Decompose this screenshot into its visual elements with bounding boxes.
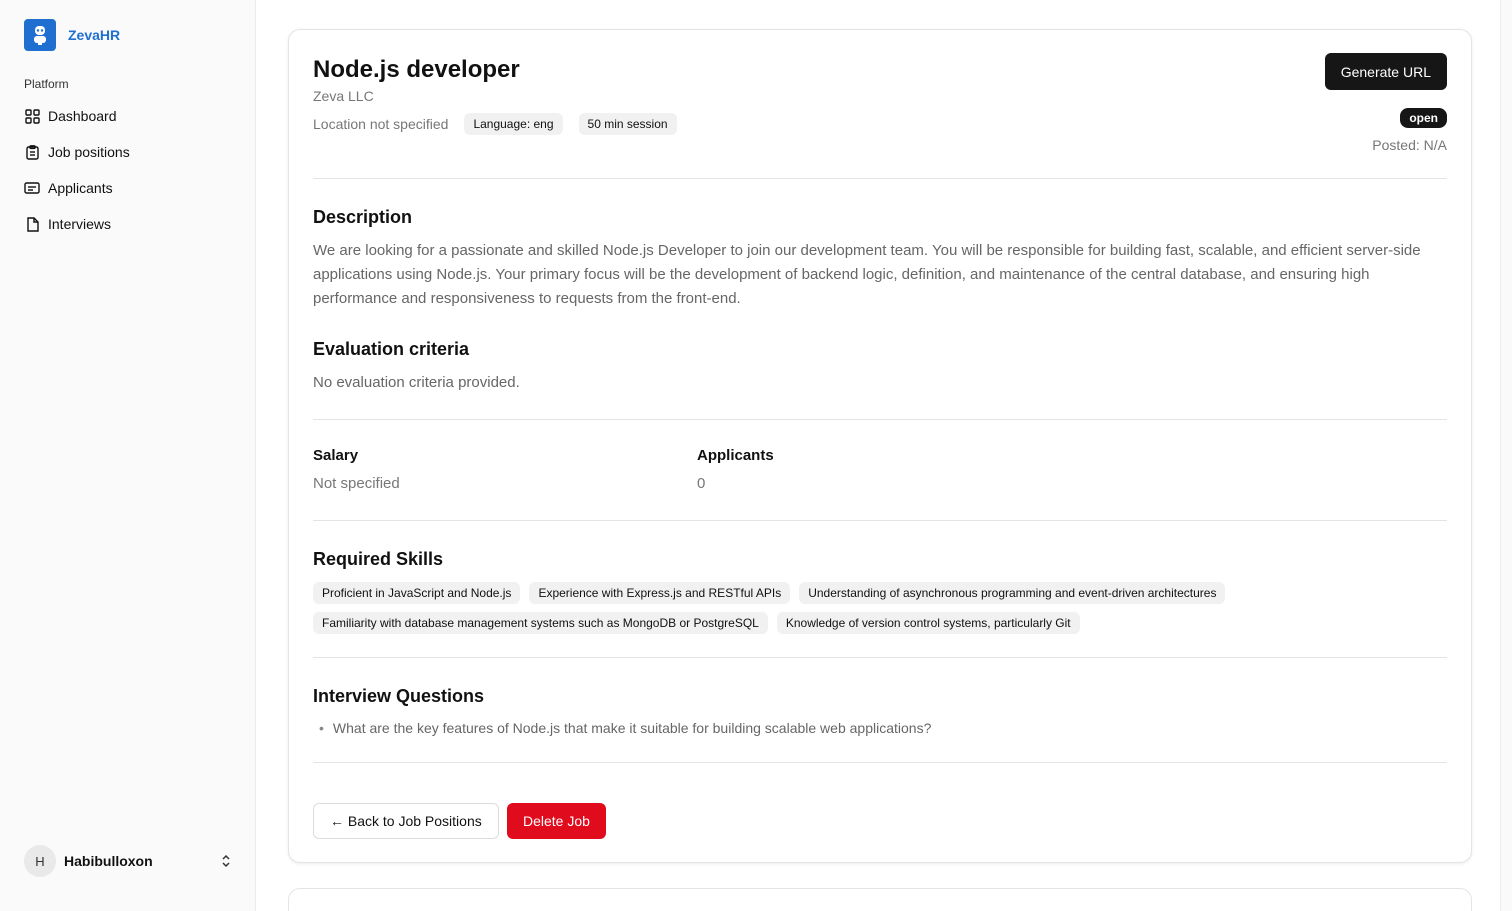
- sidebar-item-label: Interviews: [48, 216, 112, 232]
- criteria-heading: Evaluation criteria: [313, 339, 470, 359]
- posted-date: Posted: N/A: [1372, 137, 1447, 153]
- sidebar-item-interviews[interactable]: Interviews: [16, 206, 240, 242]
- questions-heading: Interview Questions: [313, 686, 485, 706]
- back-to-job-positions-button[interactable]: ← Back to Job Positions: [313, 803, 499, 839]
- skill-tag: Knowledge of version control systems, pa…: [776, 612, 1080, 634]
- sidebar-item-dashboard[interactable]: Dashboard: [16, 98, 240, 134]
- status-badge: open: [1400, 108, 1447, 128]
- job-meta: Location not specified Language: eng 50 …: [313, 113, 693, 135]
- description-heading: Description: [313, 207, 413, 227]
- divider: [313, 178, 1447, 179]
- clipboard-icon: [24, 144, 40, 160]
- sidebar-item-job-positions[interactable]: Job positions: [16, 134, 240, 170]
- salary-label: Salary: [313, 447, 359, 464]
- skills-heading: Required Skills: [313, 549, 444, 569]
- chevrons-up-down-icon: [218, 853, 234, 869]
- user-name: Habibulloxon: [64, 853, 153, 869]
- generate-url-button[interactable]: Generate URL: [1324, 53, 1447, 90]
- questions-list: What are the key features of Node.js tha…: [319, 720, 931, 736]
- divider: [313, 520, 1447, 521]
- criteria-text: No evaluation criteria provided.: [313, 374, 520, 391]
- skills-list: Proficient in JavaScript and Node.js Exp…: [313, 582, 1447, 642]
- tickets-icon: [24, 180, 40, 196]
- skill-tag: Proficient in JavaScript and Node.js: [313, 582, 521, 604]
- description-text: We are looking for a passionate and skil…: [313, 242, 1421, 307]
- divider: [313, 419, 1447, 420]
- delete-job-button[interactable]: Delete Job: [507, 803, 606, 839]
- language-badge: Language: eng: [464, 113, 563, 135]
- brand[interactable]: ZevaHR: [24, 19, 120, 51]
- nav-group-label: Platform: [24, 77, 69, 91]
- sidebar-nav: Dashboard Job positions Applicants Inter…: [16, 98, 240, 242]
- company-name: Zeva LLC: [313, 88, 374, 104]
- sidebar-item-label: Dashboard: [48, 108, 117, 124]
- session-badge: 50 min session: [578, 113, 677, 135]
- job-title: Node.js developer: [313, 56, 520, 83]
- divider: [313, 762, 1447, 763]
- sidebar-item-applicants[interactable]: Applicants: [16, 170, 240, 206]
- secondary-card: [288, 888, 1472, 911]
- applicants-count: 0: [697, 475, 706, 492]
- location-text: Location not specified: [313, 116, 449, 132]
- robot-logo-icon: [24, 19, 56, 51]
- scrollbar[interactable]: [1500, 0, 1512, 911]
- skill-tag: Familiarity with database management sys…: [313, 612, 768, 634]
- list-item: What are the key features of Node.js tha…: [319, 720, 931, 736]
- brand-name: ZevaHR: [68, 27, 121, 43]
- user-menu[interactable]: H Habibulloxon: [24, 845, 234, 877]
- sidebar: ZevaHR Platform Dashboard Job positions: [0, 0, 256, 911]
- divider: [313, 657, 1447, 658]
- sidebar-item-label: Job positions: [48, 144, 130, 160]
- salary-value: Not specified: [313, 475, 400, 492]
- applicants-label: Applicants: [697, 447, 774, 464]
- skill-tag: Understanding of asynchronous programmin…: [799, 582, 1226, 604]
- sidebar-item-label: Applicants: [48, 180, 113, 196]
- job-detail-card: Node.js developer Zeva LLC Location not …: [288, 29, 1472, 863]
- file-icon: [24, 216, 40, 232]
- dashboard-grid-icon: [24, 108, 40, 124]
- avatar: H: [24, 845, 56, 877]
- skill-tag: Experience with Express.js and RESTful A…: [529, 582, 791, 604]
